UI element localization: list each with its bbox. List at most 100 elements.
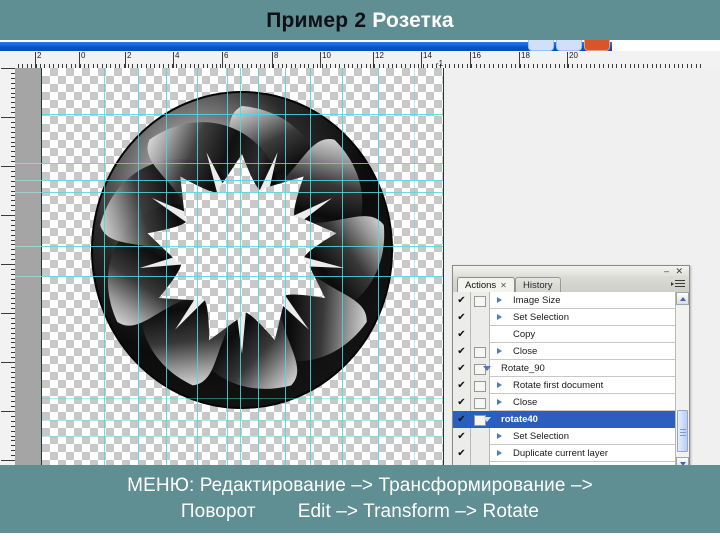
- caption-line-1: МЕНЮ: Редактирование –> Трансформировани…: [127, 475, 593, 496]
- tab-actions[interactable]: Actions ✕: [457, 277, 515, 293]
- actions-rows: ✔ Image Size ✔ Set Selection ✔ Copy ✔ Close ✔ Rot…: [453, 292, 675, 465]
- guide-horizontal[interactable]: [42, 276, 443, 277]
- maximize-button[interactable]: [556, 40, 582, 51]
- guide-horizontal[interactable]: [42, 163, 443, 164]
- expand-right-arrow-icon[interactable]: [497, 348, 502, 354]
- guide-extension: [15, 163, 42, 164]
- guide-vertical[interactable]: [342, 68, 343, 465]
- close-button[interactable]: [584, 40, 610, 51]
- guide-horizontal[interactable]: [42, 398, 443, 399]
- scroll-down-arrow[interactable]: [676, 457, 689, 465]
- guide-vertical[interactable]: [258, 68, 259, 465]
- toggle-dialog-checkbox[interactable]: [474, 347, 486, 358]
- caption-line-2-en: Edit –> Transform –> Rotate: [297, 501, 540, 522]
- guide-vertical[interactable]: [227, 68, 228, 465]
- action-row[interactable]: ✔ Close: [453, 394, 675, 411]
- ruler-label: 12: [375, 51, 384, 60]
- guide-horizontal[interactable]: [42, 192, 443, 193]
- action-row-label: Close: [513, 346, 538, 357]
- palette-close-icon[interactable]: ✕: [675, 267, 683, 276]
- ruler-label: 20: [569, 51, 578, 60]
- expand-right-arrow-icon[interactable]: [497, 433, 502, 439]
- expand-right-arrow-icon[interactable]: [497, 297, 502, 303]
- slide-title-band: Пример 2 Розетка: [0, 0, 720, 40]
- action-enabled-checkbox[interactable]: ✔: [456, 380, 467, 391]
- scroll-thumb[interactable]: [677, 410, 688, 452]
- action-row-label: Set Selection: [513, 312, 569, 323]
- ruler-label: 8: [274, 51, 279, 60]
- expand-right-arrow-icon[interactable]: [497, 382, 502, 388]
- slide-caption: МЕНЮ: Редактирование –> Трансформировани…: [0, 465, 720, 533]
- expand-down-arrow-icon[interactable]: [483, 366, 491, 371]
- expand-right-arrow-icon[interactable]: [497, 450, 502, 456]
- ruler-label: 16: [472, 51, 481, 60]
- guide-vertical[interactable]: [310, 68, 311, 465]
- photoshop-window: 2 0 2 4 6 8 10 12 14 16 18 20 -1 – ✕ Act…: [0, 40, 720, 465]
- guide-vertical[interactable]: [240, 68, 241, 465]
- guide-extension: [15, 246, 42, 247]
- actions-scrollbar[interactable]: [675, 292, 689, 465]
- guide-extension: [15, 180, 42, 181]
- action-enabled-checkbox[interactable]: ✔: [456, 397, 467, 408]
- action-enabled-checkbox[interactable]: ✔: [456, 363, 467, 374]
- guide-vertical[interactable]: [378, 68, 379, 465]
- expand-right-arrow-icon[interactable]: [497, 399, 502, 405]
- ruler-label: 4: [175, 51, 180, 60]
- panel-menu-icon[interactable]: [670, 278, 686, 290]
- palette-minimize-icon[interactable]: –: [664, 267, 669, 276]
- action-enabled-checkbox[interactable]: ✔: [456, 431, 467, 442]
- expand-down-arrow-icon[interactable]: [483, 417, 491, 422]
- action-enabled-checkbox[interactable]: ✔: [456, 329, 467, 340]
- guide-vertical[interactable]: [414, 68, 415, 465]
- guide-horizontal[interactable]: [42, 180, 443, 181]
- window-controls: [528, 40, 610, 51]
- action-row[interactable]: ✔ Set Selection: [453, 309, 675, 326]
- page-title-primary: Пример 2: [266, 8, 367, 32]
- action-row[interactable]: ✔ Close: [453, 343, 675, 360]
- action-row[interactable]: ✔ rotate40: [453, 411, 675, 428]
- action-row-label: Close: [513, 397, 538, 408]
- page-title-secondary: Розетка: [372, 8, 454, 32]
- action-row[interactable]: ✔ Duplicate current layer: [453, 445, 675, 462]
- guide-horizontal[interactable]: [42, 246, 443, 247]
- guide-vertical[interactable]: [138, 68, 139, 465]
- action-row[interactable]: ✔ Rotate_90: [453, 360, 675, 377]
- tab-close-icon[interactable]: ✕: [500, 281, 507, 290]
- minimize-button[interactable]: [528, 40, 554, 51]
- guide-vertical[interactable]: [166, 68, 167, 465]
- action-row-label: Copy: [513, 329, 536, 340]
- guide-horizontal[interactable]: [42, 114, 443, 115]
- action-row[interactable]: ✔ Copy: [453, 326, 675, 343]
- action-enabled-checkbox[interactable]: ✔: [456, 295, 467, 306]
- action-row-label: Set Selection: [513, 431, 569, 442]
- toggle-dialog-checkbox[interactable]: [474, 398, 486, 409]
- tab-history[interactable]: History: [515, 277, 561, 293]
- action-row-label: Duplicate current layer: [513, 448, 609, 459]
- ruler-label: 2: [37, 51, 42, 60]
- guide-vertical[interactable]: [285, 68, 286, 465]
- action-enabled-checkbox[interactable]: ✔: [456, 312, 467, 323]
- vertical-ruler[interactable]: [0, 68, 16, 465]
- window-titlebar[interactable]: [0, 42, 612, 51]
- action-enabled-checkbox[interactable]: ✔: [456, 448, 467, 459]
- ruler-label: 14: [423, 51, 432, 60]
- document-canvas[interactable]: [42, 68, 444, 465]
- action-row[interactable]: ✔ Image Size: [453, 292, 675, 309]
- action-row[interactable]: ✔ Rotate first document: [453, 377, 675, 394]
- slide-root: Пример 2 Розетка 2 0 2 4 6 8 10 12 14 16 18 20 -1: [0, 0, 720, 540]
- horizontal-ruler[interactable]: 2 0 2 4 6 8 10 12 14 16 18 20 -1: [0, 51, 720, 69]
- expand-right-arrow-icon[interactable]: [497, 314, 502, 320]
- action-enabled-checkbox[interactable]: ✔: [456, 414, 467, 425]
- action-row[interactable]: ✔ Set Selection: [453, 428, 675, 445]
- scroll-up-arrow[interactable]: [676, 292, 689, 305]
- toggle-dialog-checkbox[interactable]: [474, 381, 486, 392]
- palette-tab-strip: Actions ✕ History: [453, 276, 689, 293]
- guide-vertical[interactable]: [197, 68, 198, 465]
- tab-history-label: History: [523, 280, 553, 291]
- guide-vertical[interactable]: [104, 68, 105, 465]
- guide-horizontal[interactable]: [42, 436, 443, 437]
- actions-palette: – ✕ Actions ✕ History ✔ Image Size ✔ Set Se: [452, 265, 690, 465]
- guide-horizontal[interactable]: [42, 420, 443, 421]
- toggle-dialog-checkbox[interactable]: [474, 296, 486, 307]
- action-enabled-checkbox[interactable]: ✔: [456, 346, 467, 357]
